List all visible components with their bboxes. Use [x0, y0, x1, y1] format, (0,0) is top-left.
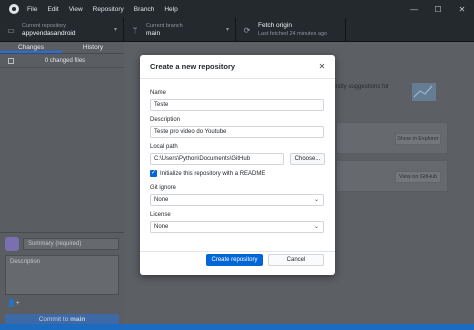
menu-repository[interactable]: Repository — [93, 6, 124, 13]
choose-path-button[interactable]: Choose... — [290, 153, 325, 165]
menu-branch[interactable]: Branch — [134, 6, 155, 13]
commit-button-prefix: Commit to — [38, 316, 69, 323]
chevron-down-icon: ⌄ — [313, 197, 319, 203]
create-repository-button[interactable]: Create repository — [206, 254, 263, 266]
name-input[interactable]: Teste — [150, 99, 324, 111]
tab-changes[interactable]: Changes — [0, 42, 62, 53]
window-controls: — ☐ ✕ — [402, 0, 474, 18]
local-path-label: Local path — [150, 144, 178, 150]
create-repository-dialog: Create a new repository ✕ Name Teste Des… — [140, 55, 335, 275]
name-label: Name — [150, 90, 167, 96]
select-all-checkbox[interactable] — [8, 57, 14, 64]
chevron-down-icon: ▾ — [113, 27, 117, 33]
explorer-panel: Show in Explorer — [336, 122, 448, 154]
fetch-origin-button[interactable]: ⟳ Fetch origin Last fetched 24 minutes a… — [236, 18, 346, 42]
sidebar: Changes History 0 changed files Summary … — [0, 42, 124, 330]
description-label: Description — [150, 117, 181, 123]
sync-icon: ⟳ — [243, 25, 251, 35]
readme-checkbox[interactable]: ✓ — [150, 170, 157, 177]
menu-help[interactable]: Help — [164, 6, 177, 13]
add-coauthor-icon[interactable]: 👤+ — [7, 299, 119, 311]
gitignore-label: Git ignore — [150, 185, 177, 191]
sidebar-tabs: Changes History — [0, 42, 124, 54]
chevron-down-icon: ⌄ — [313, 224, 319, 230]
branch-label: Current branch — [146, 23, 183, 29]
tab-history[interactable]: History — [62, 42, 124, 53]
maximize-button[interactable]: ☐ — [426, 0, 450, 18]
branch-value: main — [146, 30, 161, 37]
taskbar — [0, 324, 474, 330]
repo-value: appvendasandroid — [22, 30, 76, 37]
github-logo-icon — [9, 4, 19, 14]
illustration-icon — [412, 83, 436, 101]
readme-option[interactable]: ✓ Initialize this repository with a READ… — [150, 170, 265, 177]
gitignore-select[interactable]: None ⌄ — [150, 194, 324, 206]
local-path-input[interactable]: C:\Users\Python\Documents\GitHub — [150, 153, 284, 165]
branch-icon: ᛘ — [132, 25, 138, 35]
app-window: File Edit View Repository Branch Help — … — [0, 0, 474, 330]
gitignore-value: None — [154, 197, 169, 203]
license-value: None — [154, 224, 169, 230]
menu-file[interactable]: File — [27, 6, 37, 13]
menu-edit[interactable]: Edit — [47, 6, 58, 13]
fetch-label: Fetch origin — [258, 22, 292, 29]
dialog-title: Create a new repository — [150, 62, 236, 71]
license-select[interactable]: None ⌄ — [150, 221, 324, 233]
cancel-button[interactable]: Cancel — [268, 254, 324, 266]
repo-icon: ▭ — [7, 25, 15, 35]
changed-files-header: 0 changed files — [0, 54, 124, 68]
description-input[interactable]: Teste pro video do Youtube — [150, 126, 324, 138]
chevron-down-icon: ▾ — [225, 27, 229, 33]
dialog-header: Create a new repository ✕ — [140, 55, 335, 79]
commit-area: Summary (required) Description 👤+ Commit… — [0, 232, 124, 330]
readme-label: Initialize this repository with a README — [160, 170, 266, 177]
repo-label: Current repository — [22, 23, 67, 29]
license-label: License — [150, 212, 171, 218]
changed-files-count: 0 changed files — [44, 57, 86, 64]
dialog-divider — [140, 251, 335, 252]
close-icon[interactable]: ✕ — [315, 60, 329, 74]
menu-view[interactable]: View — [69, 6, 83, 13]
fetch-status: Last fetched 24 minutes ago — [258, 31, 328, 37]
show-in-explorer-button[interactable]: Show in Explorer — [395, 133, 441, 145]
commit-description-input[interactable]: Description — [5, 255, 119, 295]
menu-bar: File Edit View Repository Branch Help — … — [0, 0, 474, 18]
commit-button-branch: main — [70, 316, 86, 323]
suggestions-text: riendly suggestions for — [329, 84, 390, 90]
current-repository-selector[interactable]: ▭ Current repository appvendasandroid ▾ — [0, 18, 124, 42]
toolbar: ▭ Current repository appvendasandroid ▾ … — [0, 18, 474, 42]
current-branch-selector[interactable]: ᛘ Current branch main ▾ — [124, 18, 236, 42]
close-window-button[interactable]: ✕ — [450, 0, 474, 18]
avatar — [5, 237, 19, 251]
view-on-github-button[interactable]: View on GitHub — [395, 171, 441, 183]
github-panel: View on GitHub — [336, 160, 448, 192]
minimize-button[interactable]: — — [402, 0, 426, 18]
commit-summary-input[interactable]: Summary (required) — [23, 238, 119, 250]
